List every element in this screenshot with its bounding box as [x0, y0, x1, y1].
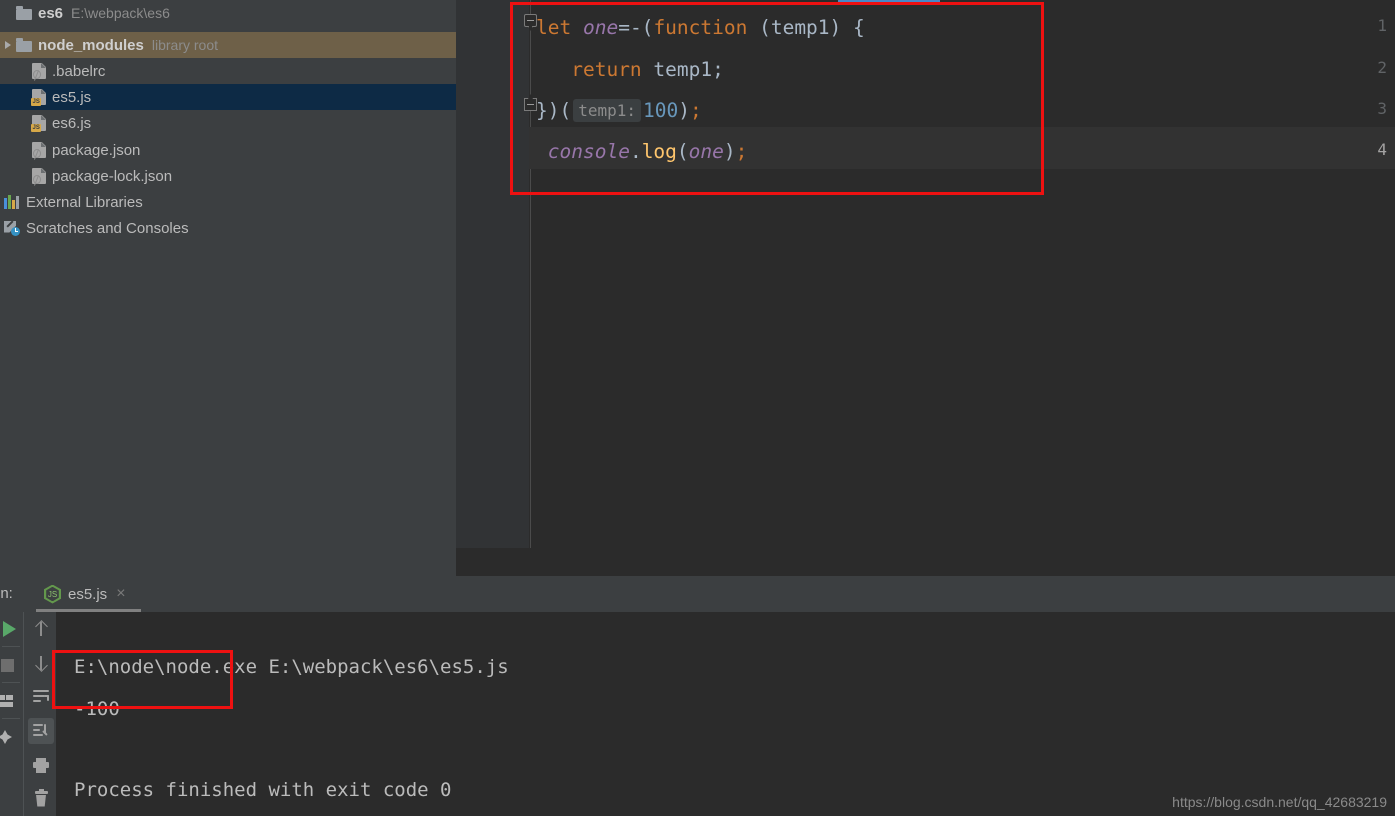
- token-keyword-let: let: [536, 15, 583, 39]
- scratches-icon: [4, 219, 20, 236]
- token-variable-one: one: [582, 15, 619, 39]
- run-icon[interactable]: [0, 616, 22, 642]
- token-paren-open: (: [676, 139, 689, 163]
- code-line-4: console. log(one);: [536, 130, 748, 172]
- tree-row-package-lock-json[interactable]: package-lock.json: [0, 163, 456, 189]
- token-paren-close: ): [723, 139, 736, 163]
- token-params-temp1: (temp1) {: [747, 15, 865, 39]
- run-tool-window: un: JS es5.js ×: [0, 576, 1395, 816]
- stop-icon[interactable]: [0, 652, 20, 678]
- line-number-4: 4: [1377, 140, 1387, 159]
- tree-row-external-libraries[interactable]: External Libraries: [0, 189, 456, 215]
- active-editor-tab-indicator: [838, 0, 940, 3]
- chevron-right-icon[interactable]: [0, 32, 16, 58]
- editor-gutter[interactable]: [456, 0, 529, 548]
- project-root-name: es6: [38, 4, 64, 22]
- token-object-console: console: [547, 139, 630, 163]
- code-line-3: })(temp1: 100);: [536, 89, 702, 131]
- js-file-icon: JS: [31, 89, 46, 106]
- token-dot: .: [629, 139, 642, 163]
- expand-arrow-placeholder: [0, 0, 16, 26]
- token-close-fn-call-open: })(: [536, 98, 572, 122]
- soft-wrap-icon[interactable]: [28, 684, 54, 710]
- token-semicolon: ;: [690, 98, 702, 122]
- inlay-hint-parameter-name: temp1:: [573, 98, 642, 122]
- json-file-icon: [32, 142, 46, 158]
- run-side-actions-strip: [0, 612, 22, 816]
- run-tab-bar: un: JS es5.js ×: [0, 576, 1395, 612]
- tree-row-scratches-and-consoles[interactable]: Scratches and Consoles: [0, 215, 456, 241]
- token-argument-one: one: [688, 139, 724, 163]
- ide-window: es6 E:\webpack\es6 node_modules library …: [0, 0, 1395, 816]
- layout-icon[interactable]: [0, 688, 19, 714]
- console-status-line: Process finished with exit code 0: [74, 779, 452, 801]
- token-number-100: 100: [643, 98, 679, 122]
- fold-guide-line: [530, 0, 531, 548]
- tree-row-node-modules[interactable]: node_modules library root: [0, 32, 456, 58]
- run-tab-es5-js[interactable]: JS es5.js ×: [36, 580, 134, 608]
- tree-item-label: .babelrc: [52, 62, 106, 80]
- line-number-1: 1: [1377, 16, 1387, 35]
- nodejs-icon: JS: [44, 584, 61, 604]
- tree-item-label: External Libraries: [26, 193, 143, 211]
- tree-item-tag: library root: [151, 37, 218, 53]
- folder-icon: [16, 6, 32, 20]
- libraries-icon: [4, 195, 20, 209]
- close-icon[interactable]: ×: [116, 586, 125, 602]
- json-file-icon: [32, 168, 46, 184]
- tree-row-es5-js[interactable]: JS es5.js: [0, 84, 456, 110]
- token-semicolon: ;: [735, 139, 748, 163]
- line-number-3: 3: [1377, 99, 1387, 118]
- json-file-icon: [32, 63, 46, 79]
- folder-icon: [16, 38, 32, 52]
- pin-icon[interactable]: [0, 724, 18, 750]
- arrow-up-icon[interactable]: [28, 616, 54, 642]
- project-tree-panel: es6 E:\webpack\es6 node_modules library …: [0, 0, 456, 576]
- code-line-2: return temp1;: [536, 48, 724, 90]
- js-file-icon: JS: [31, 115, 46, 132]
- code-editor-pane[interactable]: 1 2 3 4 let one =-(function (temp1) { ret…: [456, 0, 1395, 576]
- project-root-path: E:\webpack\es6: [71, 5, 170, 21]
- token-identifier-temp1: temp1;: [641, 57, 724, 81]
- tree-item-label: Scratches and Consoles: [26, 219, 189, 237]
- tree-row-es6-js[interactable]: JS es6.js: [0, 110, 456, 136]
- print-icon[interactable]: [28, 752, 54, 778]
- arrow-down-icon[interactable]: [28, 650, 54, 676]
- tree-row-package-json[interactable]: package.json: [0, 137, 456, 163]
- tree-item-label: node_modules: [38, 36, 144, 54]
- tree-item-label: es5.js: [52, 88, 92, 106]
- tree-item-label: package.json: [52, 141, 141, 159]
- console-command-line: E:\node\node.exe E:\webpack\es6\es5.js: [74, 656, 509, 678]
- expand-arrow-placeholder: [16, 137, 32, 163]
- token-paren-close: ): [678, 98, 691, 122]
- console-output-value: -100: [74, 698, 120, 720]
- token-operator-assign-neg: =-(: [618, 15, 654, 39]
- line-number-2: 2: [1377, 58, 1387, 77]
- tree-row-project-root[interactable]: es6 E:\webpack\es6: [0, 0, 456, 26]
- tree-item-label: es6.js: [52, 114, 92, 132]
- token-keyword-function: function: [653, 15, 748, 39]
- tree-item-label: package-lock.json: [52, 167, 173, 185]
- tree-row-babelrc[interactable]: .babelrc: [0, 58, 456, 84]
- expand-arrow-placeholder: [16, 110, 32, 136]
- run-window-label: un:: [0, 585, 13, 602]
- code-line-1: let one =-(function (temp1) {: [536, 6, 865, 48]
- run-tab-title: es5.js: [68, 585, 108, 603]
- scroll-to-end-icon[interactable]: [28, 718, 54, 744]
- token-method-log: log: [641, 139, 677, 163]
- expand-arrow-placeholder: [16, 163, 32, 189]
- watermark-text: https://blog.csdn.net/qq_42683219: [1172, 794, 1387, 810]
- expand-arrow-placeholder: [16, 58, 32, 84]
- expand-arrow-placeholder: [16, 84, 32, 110]
- console-toolbar: [23, 612, 56, 816]
- trash-icon[interactable]: [28, 786, 54, 812]
- console-output[interactable]: E:\node\node.exe E:\webpack\es6\es5.js -…: [56, 612, 1395, 816]
- token-keyword-return: return: [571, 57, 642, 81]
